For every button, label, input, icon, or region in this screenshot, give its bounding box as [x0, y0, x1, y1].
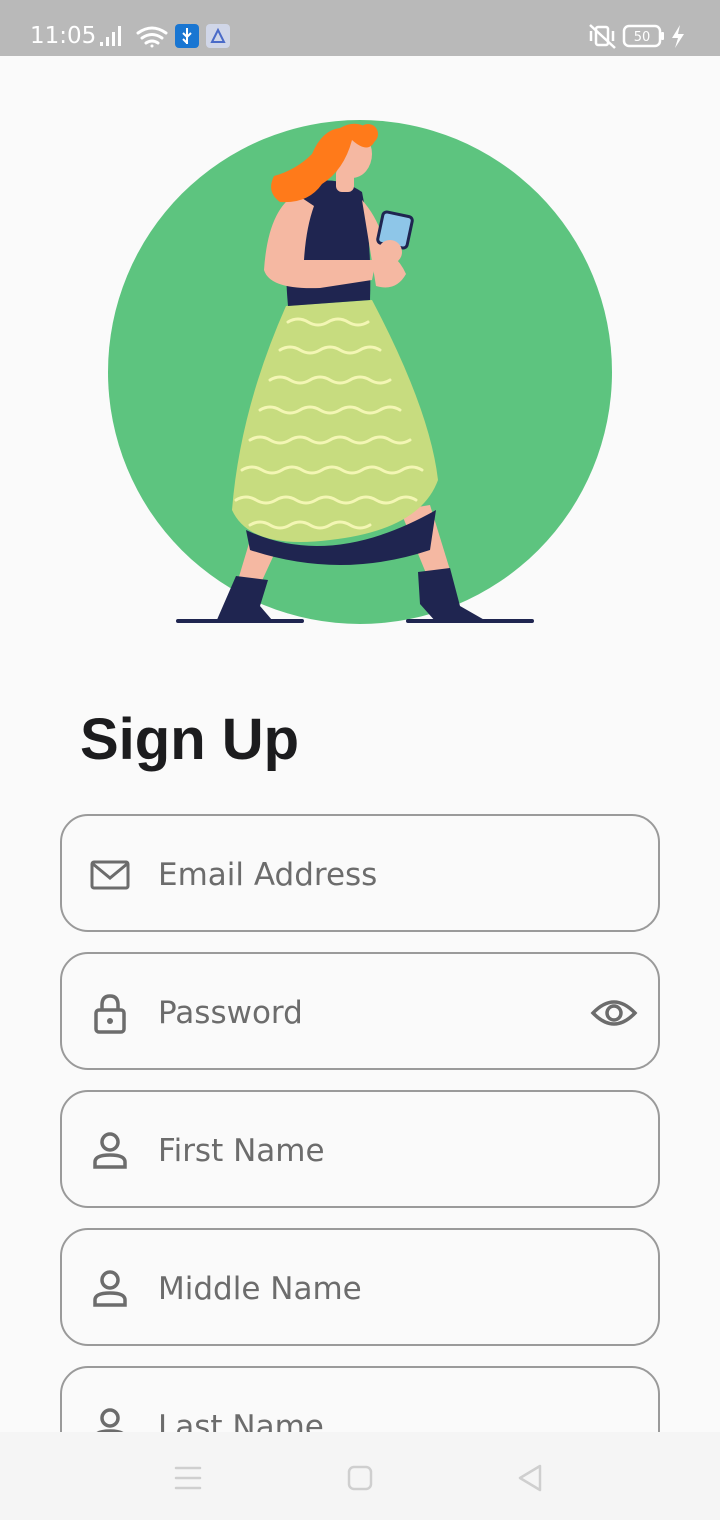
- mail-icon: [90, 860, 130, 890]
- charging-icon: [672, 25, 684, 48]
- hand: [378, 240, 402, 264]
- battery-icon: 50: [622, 24, 664, 48]
- password-field[interactable]: [60, 952, 660, 1070]
- middle-name-input[interactable]: [156, 1260, 580, 1318]
- lock-icon: [94, 994, 126, 1034]
- hair-bun: [358, 124, 378, 144]
- status-right-icons: 50: [589, 24, 684, 49]
- middle-name-field[interactable]: [60, 1228, 660, 1346]
- signal-icon: [100, 26, 121, 46]
- eye-icon[interactable]: [590, 989, 638, 1037]
- wifi-icon: [136, 26, 168, 48]
- first-name-input[interactable]: [156, 1122, 580, 1180]
- woman-walking-with-phone-illustration: [108, 120, 612, 624]
- email-input[interactable]: [156, 846, 580, 904]
- back-triangle-icon[interactable]: [510, 1458, 550, 1498]
- person-icon: [93, 1132, 127, 1169]
- first-name-field[interactable]: [60, 1090, 660, 1208]
- status-bar: 11:05 50: [0, 0, 720, 56]
- signup-form: [0, 800, 720, 1432]
- last-name-field[interactable]: [60, 1366, 660, 1432]
- menu-icon[interactable]: [168, 1458, 208, 1498]
- page-title: Sign Up: [80, 707, 300, 772]
- person-icon: [96, 1408, 124, 1432]
- vibrate-off-icon: [589, 24, 616, 49]
- system-nav-bar: [0, 1432, 720, 1520]
- home-square-icon[interactable]: [340, 1458, 380, 1498]
- app-notification-icon: [206, 24, 230, 48]
- person-icon: [93, 1270, 127, 1307]
- last-name-input[interactable]: [156, 1398, 580, 1432]
- usb-debug-icon: [175, 24, 199, 48]
- status-left-icons: [100, 24, 230, 48]
- status-time: 11:05: [30, 23, 97, 49]
- password-input[interactable]: [156, 984, 580, 1042]
- battery-level: 50: [634, 30, 651, 45]
- email-field[interactable]: [60, 814, 660, 932]
